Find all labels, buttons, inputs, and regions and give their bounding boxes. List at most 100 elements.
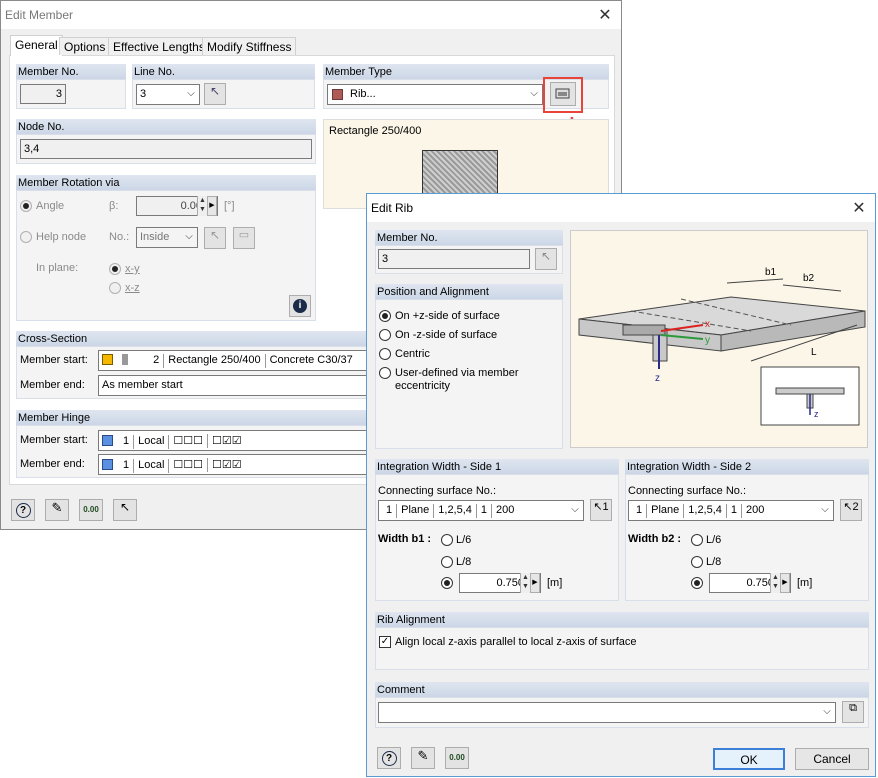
highlight-frame xyxy=(543,77,583,113)
minus-z-radio[interactable] xyxy=(379,329,391,341)
comment-input[interactable]: ⌵ xyxy=(378,702,836,723)
help-icon: ? xyxy=(381,751,397,766)
plus-z-radio[interactable] xyxy=(379,310,391,322)
hinge-start-no: 1 xyxy=(119,435,135,449)
diagram-b2-label: b2 xyxy=(803,273,815,284)
b2-custom-radio[interactable] xyxy=(691,577,703,589)
b2-arrow-button[interactable]: ▶ xyxy=(780,573,790,593)
tab-modify-stiffness-label: Modify Stiffness xyxy=(207,40,292,54)
side2-surface-type: Plane xyxy=(647,504,685,518)
comment-label: Comment xyxy=(375,682,869,697)
cs-start-no: 2 xyxy=(143,354,165,368)
b2-spinner[interactable]: ▲ ▼ xyxy=(770,573,780,593)
help-button[interactable]: ? xyxy=(377,747,401,769)
new-node-button[interactable]: ▭ xyxy=(233,227,255,249)
pick-button[interactable]: ↖ xyxy=(113,499,137,521)
info-button[interactable]: i xyxy=(289,295,311,317)
b1-unit: [m] xyxy=(547,577,563,589)
hinge-end-label: Member end: xyxy=(20,458,85,470)
xy-radio[interactable] xyxy=(109,263,121,275)
b1-spinner[interactable]: ▲ ▼ xyxy=(520,573,530,593)
centric-radio[interactable] xyxy=(379,348,391,360)
side2-label: Integration Width - Side 2 xyxy=(625,459,869,474)
tab-effective-lengths[interactable]: Effective Lengths xyxy=(108,37,210,55)
pick-line-button[interactable]: ↖ xyxy=(204,83,226,105)
units-button[interactable]: 0.00 xyxy=(79,499,103,521)
angle-label: Angle xyxy=(36,200,65,212)
rotation-label: Member Rotation via xyxy=(16,175,316,190)
b2-l8-radio[interactable] xyxy=(691,556,703,568)
centric-label: Centric xyxy=(395,348,430,360)
tab-effective-lengths-label: Effective Lengths xyxy=(113,40,205,54)
close-icon[interactable]: ✕ xyxy=(597,5,613,25)
b1-l6-radio[interactable] xyxy=(441,534,453,546)
member-type-color-swatch xyxy=(332,89,343,100)
cross-section-group: Cross-Section Member start: 2 Rectangle 2… xyxy=(16,331,372,399)
hinge-end-no: 1 xyxy=(119,459,135,473)
edit-button[interactable]: ✎ xyxy=(45,499,69,521)
tab-modify-stiffness[interactable]: Modify Stiffness xyxy=(202,37,297,55)
b2-l6-label: L/6 xyxy=(706,534,722,546)
member-type-value: Rib... xyxy=(350,88,376,100)
side1-surface-type: Plane xyxy=(397,504,435,518)
close-icon[interactable]: ✕ xyxy=(851,198,867,218)
rib-diagram: x y z b1 b2 L z xyxy=(570,230,868,448)
side2-surface-b: 200 xyxy=(746,504,765,516)
cs-end-select[interactable]: As member start xyxy=(98,375,372,396)
tab-general[interactable]: General xyxy=(10,35,63,56)
tab-options[interactable]: Options xyxy=(59,37,111,55)
xz-radio[interactable] xyxy=(109,282,121,294)
rib-member-no-group: Member No. 3 ↖ xyxy=(375,230,563,274)
width-b2-label: Width b2 : xyxy=(628,533,682,545)
b1-custom-radio[interactable] xyxy=(441,577,453,589)
pick-node-button[interactable]: ↖ xyxy=(204,227,226,249)
pick-member-button[interactable]: ↖ xyxy=(535,248,557,270)
angle-radio[interactable] xyxy=(20,200,32,212)
in-plane-label: In plane: xyxy=(36,262,79,274)
side1-surface-select[interactable]: 1 Plane 1,2,5,4 1 200 ⌵ xyxy=(378,500,584,521)
side2-surface-select[interactable]: 1 Plane 1,2,5,4 1 200 ⌵ xyxy=(628,500,834,521)
edit-member-titlebar: Edit Member ✕ xyxy=(1,1,621,29)
align-checkbox[interactable]: ✓ xyxy=(379,636,391,648)
member-hinge-group: Member Hinge Member start: 1 Local ☐☐☐ ☐☑☑ … xyxy=(16,410,372,478)
rib-member-no-label: Member No. xyxy=(375,230,563,245)
side1-surface-b: 200 xyxy=(496,504,515,516)
help-node-select[interactable]: Inside ⌵ xyxy=(136,227,198,248)
minus-z-label: On -z-side of surface xyxy=(395,329,498,341)
b2-l8-label: L/8 xyxy=(706,556,722,568)
beta-spinner[interactable]: ▲ ▼ xyxy=(197,196,207,216)
diagram-x-label: x xyxy=(705,319,710,330)
cancel-button[interactable]: Cancel xyxy=(795,748,869,770)
help-button[interactable]: ? xyxy=(11,499,35,521)
xz-label: x-z xyxy=(125,282,140,294)
hinge-start-releases-phi: ☐☑☑ xyxy=(212,435,242,447)
member-type-select[interactable]: Rib... ⌵ xyxy=(327,84,543,105)
beta-arrow-button[interactable]: ▶ xyxy=(207,196,217,216)
help-node-radio[interactable] xyxy=(20,231,32,243)
hinge-end-releases-u: ☐☐☐ xyxy=(169,458,209,472)
units-button[interactable]: 0.00 xyxy=(445,747,469,769)
hinge-end-releases-phi: ☐☑☑ xyxy=(212,459,242,471)
tab-general-label: General xyxy=(15,38,58,52)
hinge-start-select[interactable]: 1 Local ☐☐☐ ☐☑☑ xyxy=(98,430,372,451)
hinge-end-select[interactable]: 1 Local ☐☐☐ ☐☑☑ xyxy=(98,454,372,475)
b1-l8-radio[interactable] xyxy=(441,556,453,568)
chevron-down-icon: ⌵ xyxy=(821,504,829,515)
cs-start-select[interactable]: 2 Rectangle 250/400 Concrete C30/37 xyxy=(98,350,372,371)
b2-l6-radio[interactable] xyxy=(691,534,703,546)
edit-button[interactable]: ✎ xyxy=(411,747,435,769)
position-label: Position and Alignment xyxy=(375,284,563,299)
comment-group: Comment ⌵ ⧉ xyxy=(375,682,869,728)
side1-pick-button[interactable]: ↖1 xyxy=(590,499,612,521)
user-defined-radio[interactable] xyxy=(379,367,391,379)
member-no-label: Member No. xyxy=(16,64,126,79)
side2-pick-button[interactable]: ↖2 xyxy=(840,499,862,521)
hinge-label: Member Hinge xyxy=(16,410,368,425)
edit-rib-titlebar: Edit Rib ✕ xyxy=(367,194,875,222)
b1-arrow-button[interactable]: ▶ xyxy=(530,573,540,593)
comment-library-button[interactable]: ⧉ xyxy=(842,701,864,723)
ok-button[interactable]: OK xyxy=(713,748,785,770)
position-group: Position and Alignment On +z-side of sur… xyxy=(375,284,563,449)
side1-connecting-label: Connecting surface No.: xyxy=(378,485,497,497)
line-no-select[interactable]: 3 ⌵ xyxy=(136,84,200,105)
